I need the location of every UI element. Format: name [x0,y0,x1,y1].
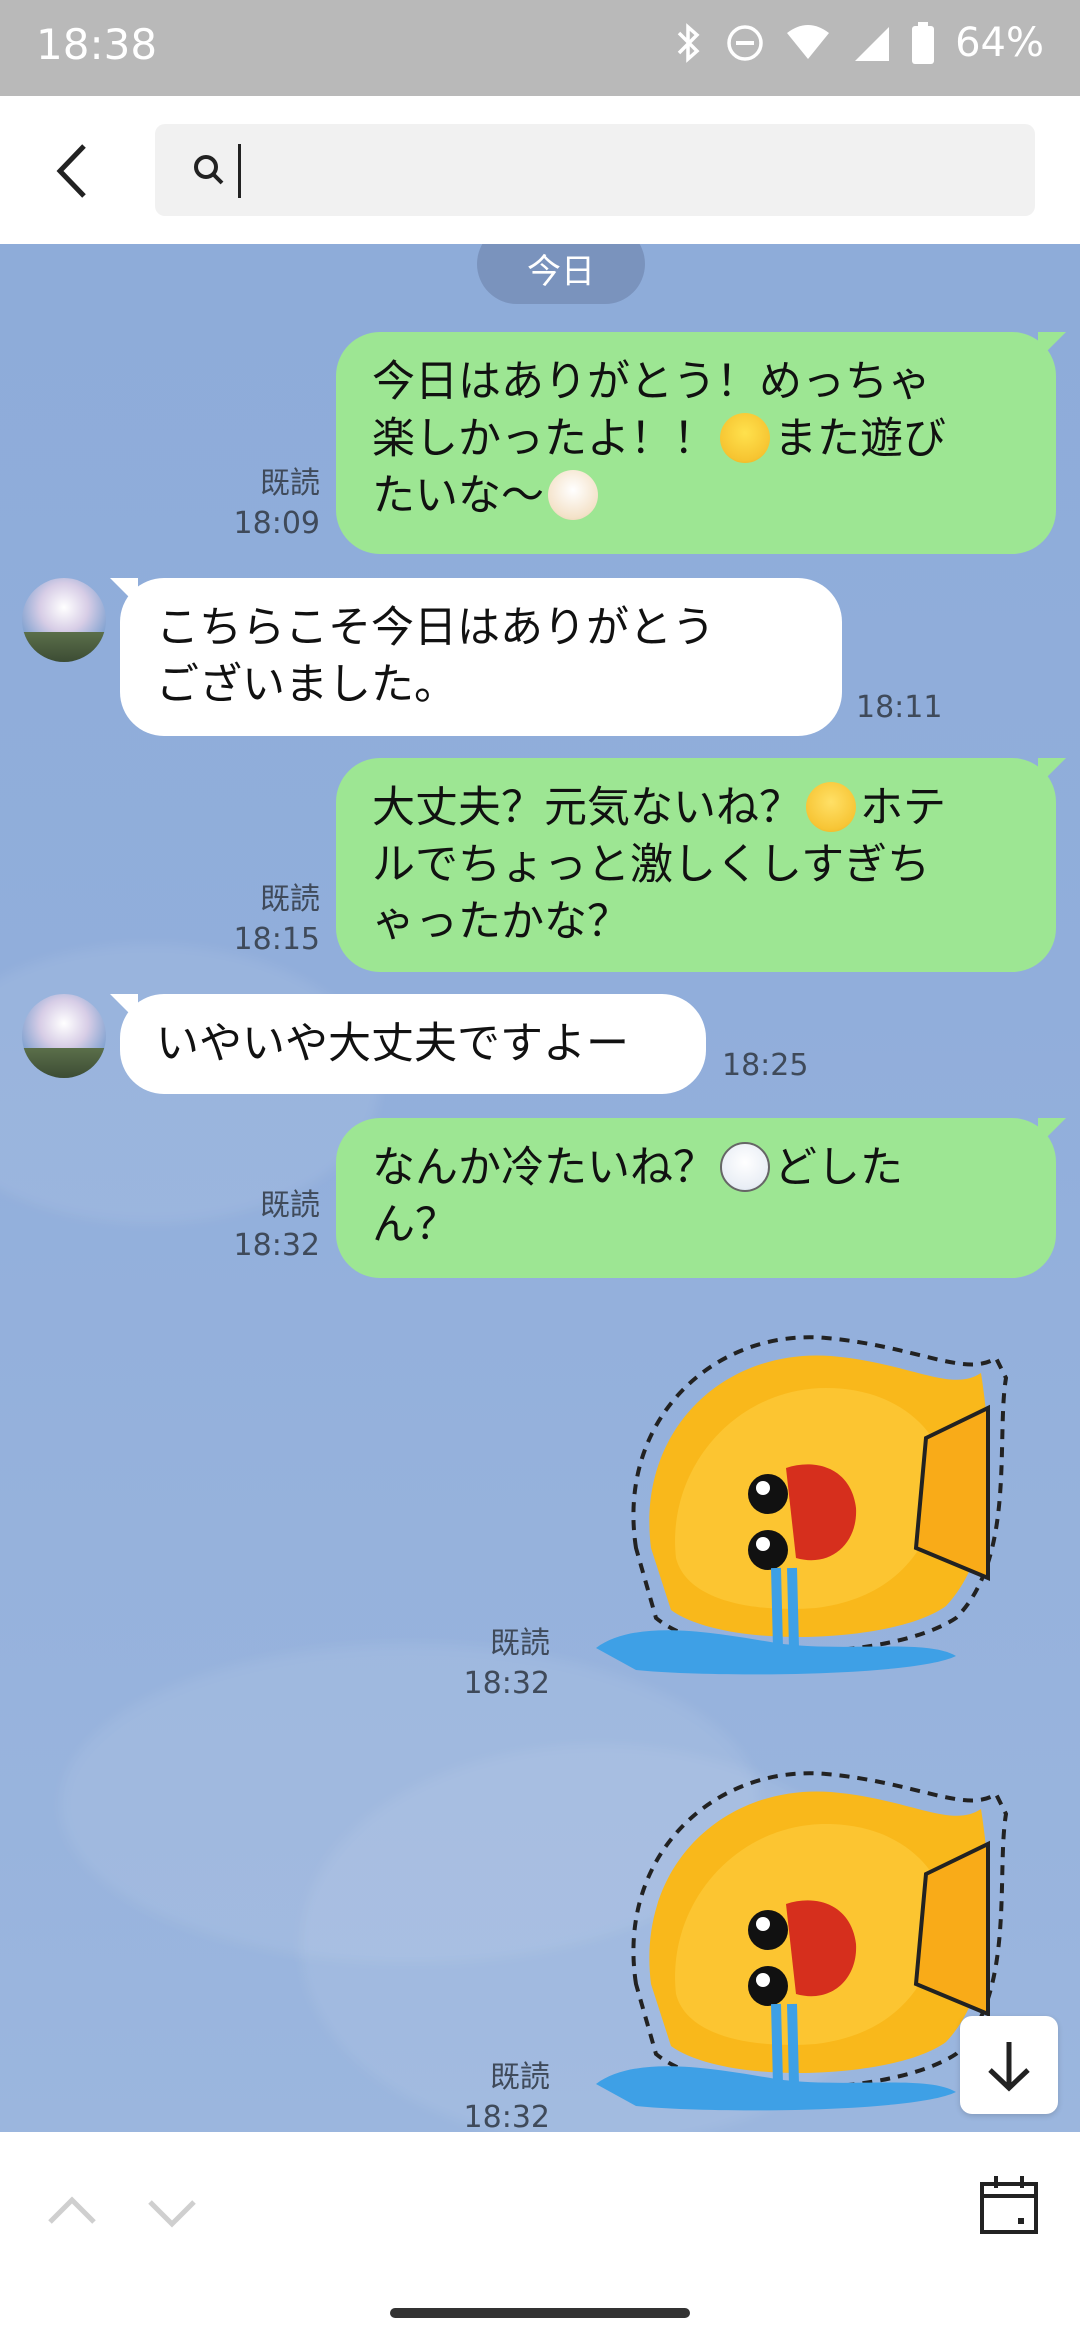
status-bar: 18:38 64% [0,0,1080,96]
message-time: 18:32 [233,1228,320,1263]
outgoing-message[interactable]: 大丈夫？元気ないね？ ホテ ルでちょっと激しくしすぎち ゃったかな？ [336,758,1056,972]
outgoing-message[interactable]: 今日はありがとう！めっちゃ 楽しかったよ！！ また遊び たいな〜 [336,332,1056,554]
search-navigation-bar [0,2132,1080,2340]
home-indicator[interactable] [390,2308,690,2318]
signal-icon [855,27,890,61]
message-time: 18:32 [463,1666,550,1701]
message-text: ございました。 [156,660,457,710]
crying-chick-sticker[interactable] [596,1318,1016,1688]
chick-emoji-icon [720,413,770,463]
chevron-left-icon[interactable] [40,136,110,206]
chat-search-header [0,96,1080,244]
message-time: 18:25 [722,1048,809,1083]
incoming-message[interactable]: こちらこそ今日はありがとう ございました。 [120,578,842,736]
status-time: 18:38 [36,20,158,69]
search-box[interactable] [155,124,1035,216]
do-not-disturb-icon [727,25,763,61]
message-read-meta: 既読 18:09 [200,464,320,544]
crying-face-emoji-icon [720,1142,770,1192]
chevron-up-icon[interactable] [42,2182,102,2242]
message-text: いやいや大丈夫ですよー [156,1019,629,1069]
contact-avatar[interactable] [22,994,106,1078]
message-text: 大丈夫？元気ないね？ [372,783,802,833]
incoming-message[interactable]: いやいや大丈夫ですよー [120,994,706,1094]
message-text: ルでちょっと激しくしすぎち [372,840,931,890]
message-text: 今日はありがとう！めっちゃ [372,357,931,407]
read-label: 既読 [260,466,320,501]
message-text: また遊び [774,414,946,464]
message-text: どした [774,1143,903,1193]
chat-area[interactable]: 今日 既読 18:09 今日はありがとう！めっちゃ 楽しかったよ！！ また遊び た… [0,244,1080,2132]
seal-emoji-icon [548,470,598,520]
scroll-to-bottom-button[interactable] [960,2016,1058,2114]
contact-avatar[interactable] [22,578,106,662]
date-separator: 今日 [477,244,645,304]
arrow-down-icon [988,2042,1030,2092]
message-text: こちらこそ今日はありがとう [156,603,715,653]
battery-icon [912,22,935,64]
message-text: なんか冷たいね？ [372,1143,716,1193]
message-text: 楽しかったよ！！ [372,414,716,464]
message-time: 18:11 [856,690,943,725]
message-time: 18:15 [233,922,320,957]
smirk-emoji-icon [806,782,856,832]
message-text: たいな〜 [372,471,544,521]
chevron-down-icon[interactable] [142,2182,202,2242]
wifi-icon [787,25,830,59]
bluetooth-icon [677,23,700,63]
search-input[interactable] [247,138,1011,204]
search-icon [194,155,224,185]
message-text: ホテ [860,783,946,833]
crying-chick-sticker[interactable] [596,1754,1016,2124]
message-time: 18:09 [233,506,320,541]
message-read-meta: 既読 18:32 [430,2058,550,2132]
text-cursor [238,144,241,198]
status-icons: 64% [671,20,1044,66]
read-label: 既読 [490,2060,550,2095]
message-text: ん？ [372,1200,458,1250]
battery-percent: 64% [955,20,1044,66]
outgoing-message[interactable]: なんか冷たいね？ どした ん？ [336,1118,1056,1278]
read-label: 既読 [260,882,320,917]
message-time: 18:32 [463,2100,550,2132]
message-read-meta: 既読 18:15 [200,880,320,960]
calendar-icon[interactable] [976,2172,1042,2238]
message-text: ゃったかな？ [372,897,630,947]
message-read-meta: 既読 18:32 [200,1186,320,1266]
message-read-meta: 既読 18:32 [430,1624,550,1704]
read-label: 既読 [260,1188,320,1223]
read-label: 既読 [490,1626,550,1661]
